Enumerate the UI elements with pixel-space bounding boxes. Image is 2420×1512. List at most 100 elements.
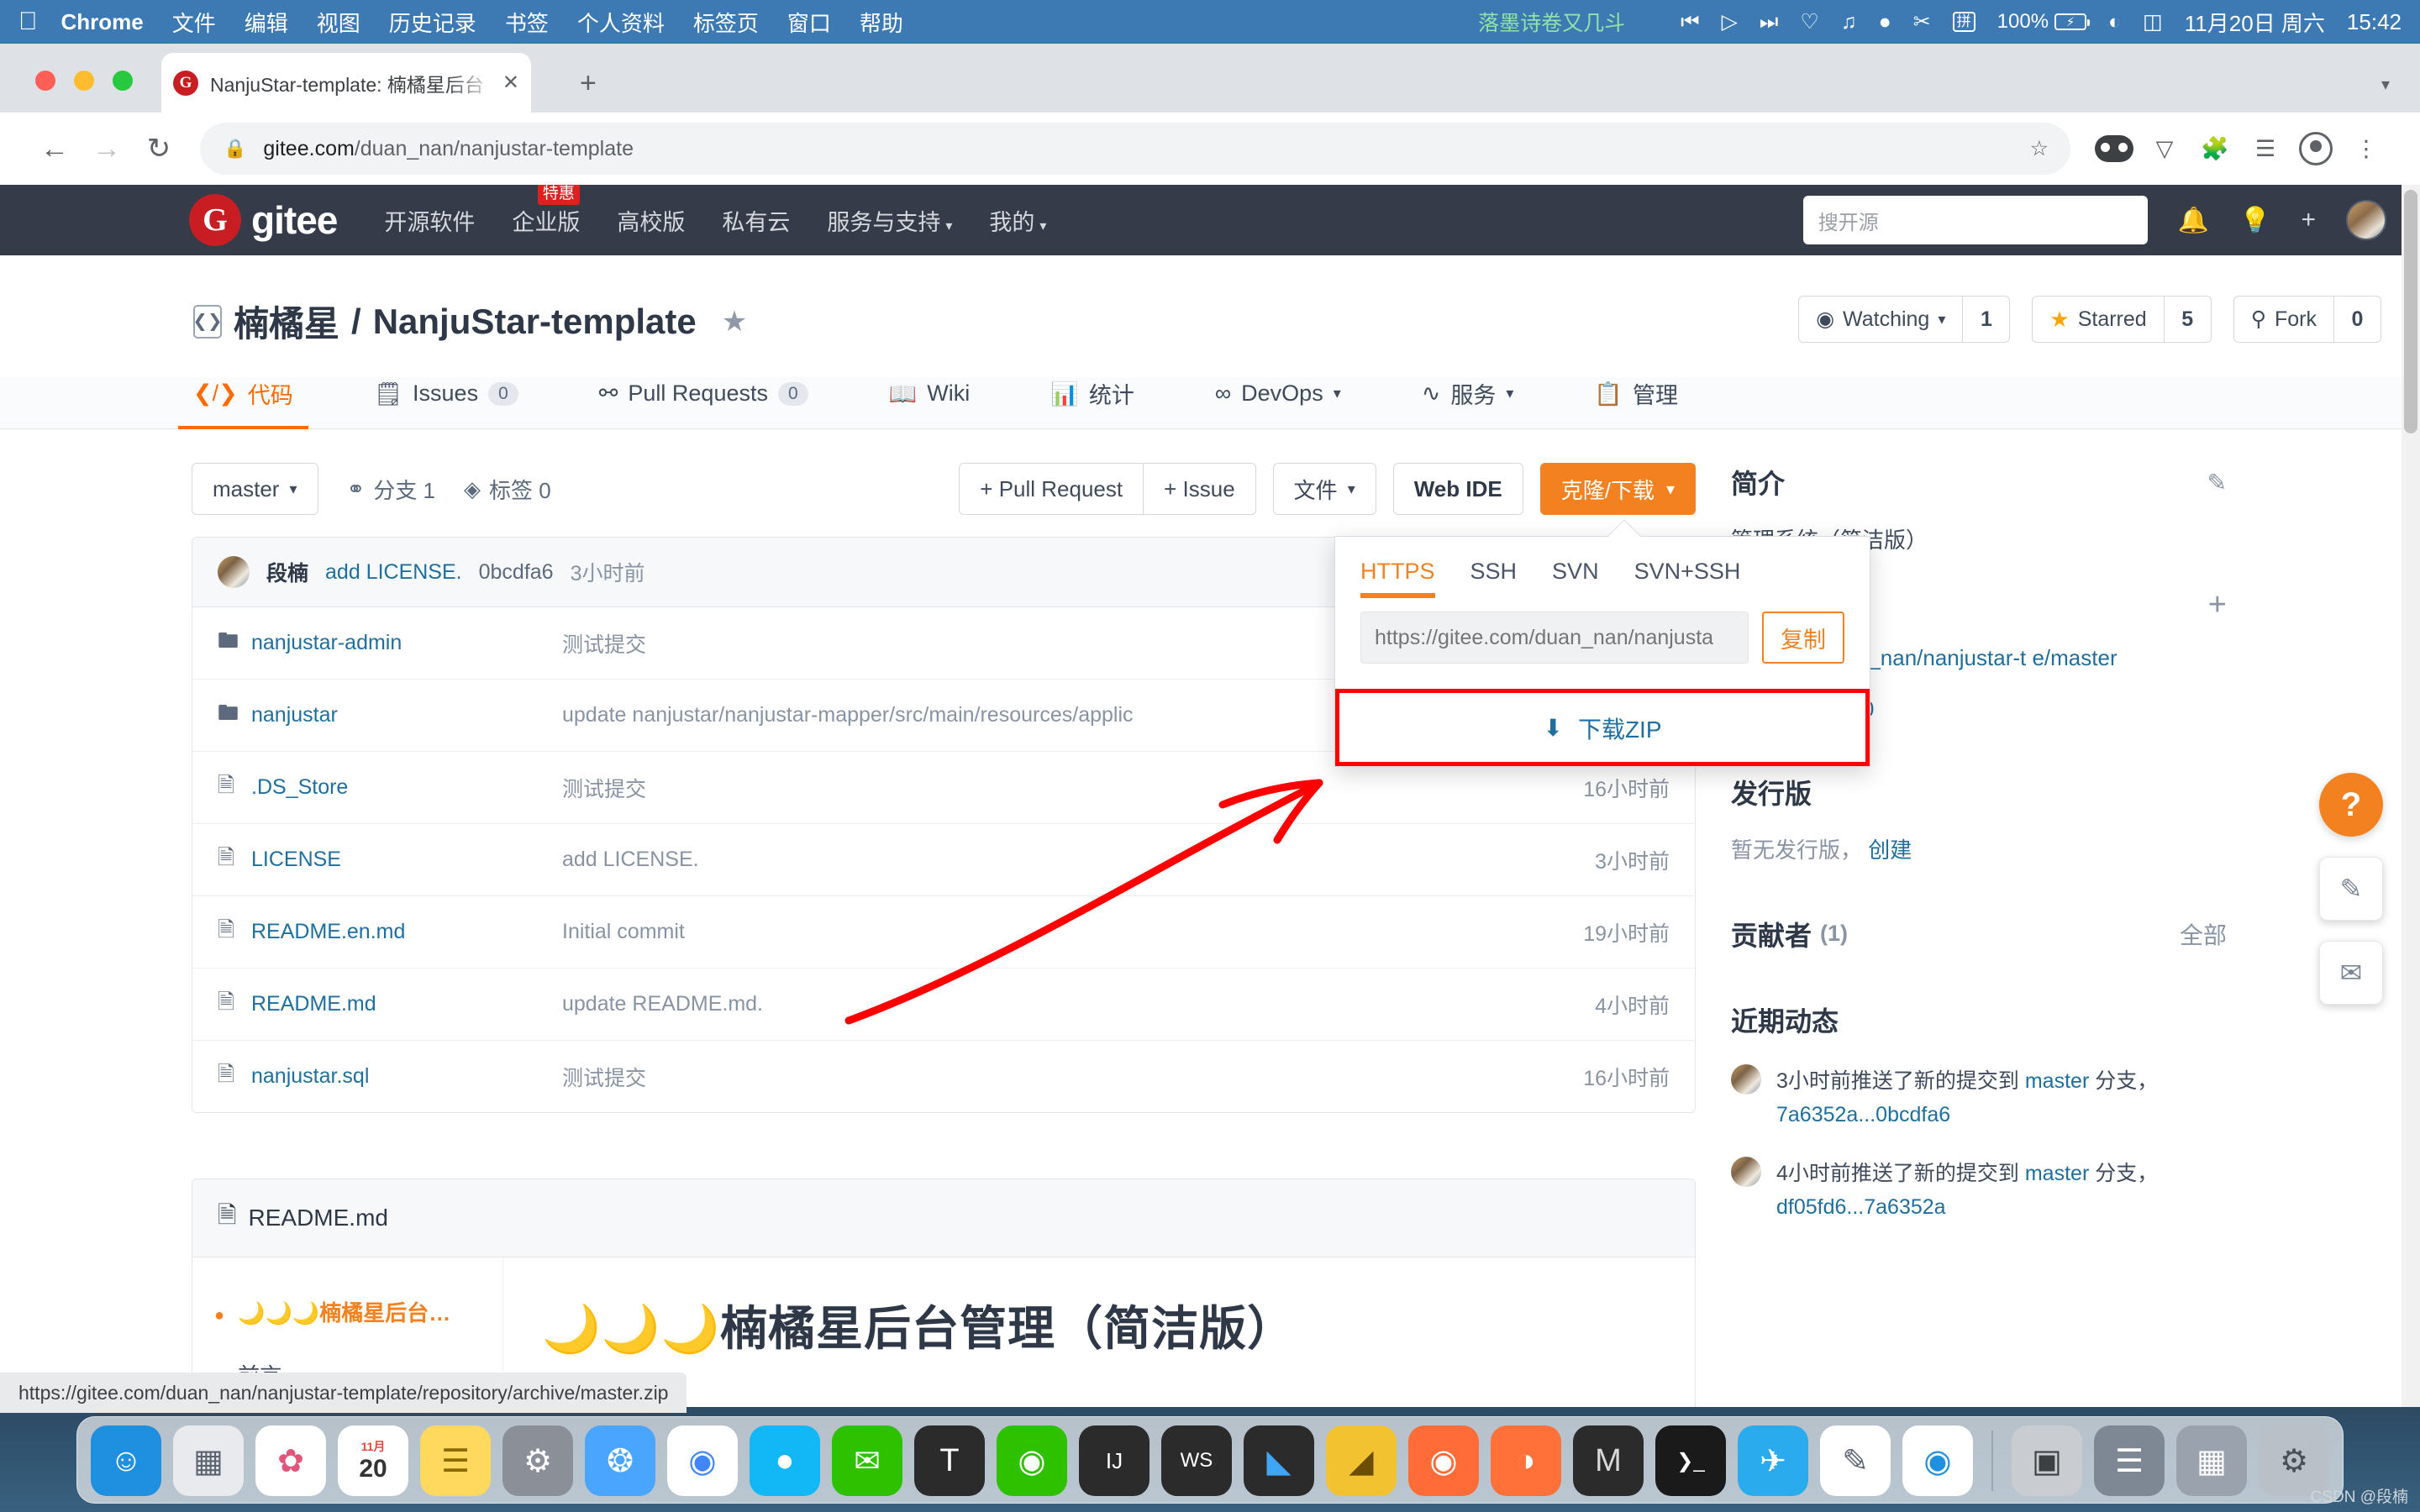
plus-icon[interactable]: +	[2301, 206, 2316, 234]
browser-tab[interactable]: G NanjuStar-template: 楠橘星后台 ✕	[161, 53, 531, 113]
dock-item-launchpad[interactable]: ▦	[173, 1425, 244, 1496]
file-name[interactable]: .DS_Store	[251, 775, 562, 800]
scrollbar-thumb[interactable]	[2404, 190, 2417, 433]
menu-history[interactable]: 历史记录	[389, 7, 476, 38]
forward-arrow-icon[interactable]: →	[81, 123, 133, 175]
clone-url-input[interactable]	[1360, 612, 1749, 664]
menubar-date[interactable]: 11月20日 周六	[2185, 7, 2325, 38]
tab-search-icon[interactable]: ▾	[2381, 74, 2390, 95]
teardrop-icon[interactable]: ●	[1879, 10, 1891, 34]
menu-tabs[interactable]: 标签页	[693, 7, 759, 38]
apple-icon[interactable]: 	[18, 9, 38, 34]
help-icon[interactable]: ?	[2319, 773, 2383, 837]
nav-item-mine[interactable]: 我的▾	[989, 204, 1046, 237]
minimize-window-button[interactable]	[74, 71, 94, 91]
tab-issues[interactable]: 🗒Issues0	[374, 377, 518, 428]
fork-button[interactable]: ⚲Fork	[2234, 297, 2333, 342]
table-row[interactable]: 🗎 README.en.md Initial commit 19小时前	[192, 896, 1695, 969]
dock-item-navicat[interactable]: ◢	[1326, 1425, 1397, 1496]
wifi-icon[interactable]: ◐	[2108, 10, 2121, 34]
nav-item-services[interactable]: 服务与支持▾	[827, 204, 952, 237]
table-row[interactable]: 🗎 LICENSE add LICENSE. 3小时前	[192, 824, 1695, 896]
address-bar[interactable]: 🔒 gitee.com/duan_nan/nanjustar-template …	[200, 123, 2070, 175]
star-button-group[interactable]: ★Starred 5	[2032, 296, 2211, 343]
close-icon[interactable]: ✕	[502, 71, 519, 95]
tab-ssh[interactable]: SSH	[1470, 559, 1518, 598]
chrome-menu-icon[interactable]: ⋮	[2341, 123, 2391, 174]
tab-statistics[interactable]: 📊统计	[1050, 377, 1134, 428]
control-center-icon[interactable]: ◫	[2143, 9, 2163, 34]
commit-author[interactable]: 段楠	[266, 557, 308, 587]
reading-list-icon[interactable]: ☰	[2240, 123, 2291, 174]
tab-devops[interactable]: ∞DevOps▾	[1215, 377, 1341, 428]
dock-item-app-store[interactable]: ❂	[585, 1425, 655, 1496]
commit-sha[interactable]: 0bcdfa6	[479, 560, 554, 585]
dock-item-terminal[interactable]: ❯_	[1655, 1425, 1726, 1496]
list-item[interactable]: ●🌙🌙🌙楠橘星后台管...	[214, 1296, 481, 1327]
dock-item-firefox[interactable]: ◑	[1491, 1425, 1561, 1496]
play-icon[interactable]: ▷	[1722, 9, 1738, 34]
web-ide-button[interactable]: Web IDE	[1393, 463, 1523, 515]
dock-item-qq[interactable]: ●	[750, 1425, 820, 1496]
bell-icon[interactable]: 🔔	[2178, 206, 2209, 235]
now-playing-text[interactable]: 落墨诗卷又几斗	[1478, 7, 1625, 37]
table-row[interactable]: 🗎 README.md update README.md. 4小时前	[192, 969, 1695, 1041]
dock-item-postman[interactable]: ◉	[1408, 1425, 1479, 1496]
menubar-time[interactable]: 15:42	[2347, 9, 2402, 35]
heart-icon[interactable]: ♡	[1800, 9, 1818, 34]
file-name[interactable]: README.md	[251, 992, 562, 1016]
scissors-icon[interactable]: ✂	[1913, 9, 1931, 34]
new-issue-button[interactable]: + Issue	[1144, 463, 1256, 515]
dock-item-monkey-app[interactable]: M	[1573, 1425, 1644, 1496]
dock-item-wechat[interactable]: ✉	[832, 1425, 902, 1496]
nav-item-opensource[interactable]: 开源软件	[384, 204, 475, 237]
prev-track-icon[interactable]: ⏮	[1681, 10, 1700, 34]
dock-item-safari[interactable]: ◉	[1902, 1425, 1973, 1496]
watch-button[interactable]: ◉Watching▾	[1799, 297, 1962, 342]
dock-item-screenshot[interactable]: ▣	[2012, 1425, 2082, 1496]
new-pull-request-button[interactable]: + Pull Request	[959, 463, 1144, 515]
dock-item-wechat-devtools[interactable]: ◉	[997, 1425, 1067, 1496]
menu-help[interactable]: 帮助	[860, 7, 903, 38]
gitee-logo[interactable]: G gitee	[189, 194, 337, 246]
tab-pull-requests[interactable]: ⚯Pull Requests0	[599, 377, 808, 428]
file-name[interactable]: README.en.md	[251, 920, 562, 944]
repo-name[interactable]: NanjuStar-template	[373, 302, 697, 342]
nav-item-privatecloud[interactable]: 私有云	[722, 204, 790, 237]
download-zip-button[interactable]: ⬇ 下载ZIP	[1335, 689, 1870, 766]
vimium-extension-icon[interactable]: ▽	[2139, 123, 2190, 174]
close-window-button[interactable]	[35, 71, 55, 91]
lightbulb-icon[interactable]: 💡	[2239, 206, 2270, 235]
create-release-link[interactable]: 创建	[1868, 837, 1912, 863]
tab-services[interactable]: ∿服务▾	[1422, 377, 1514, 428]
fork-count[interactable]: 0	[2333, 297, 2381, 342]
activity-branch[interactable]: master	[2025, 1162, 2089, 1185]
new-tab-button[interactable]: +	[580, 67, 597, 100]
dock-item-typora[interactable]: T	[914, 1425, 985, 1496]
files-dropdown-button[interactable]: 文件▾	[1273, 463, 1376, 515]
branches-link[interactable]: ⚭分支 1	[347, 474, 435, 505]
plus-icon[interactable]: +	[2208, 587, 2227, 623]
battery-indicator[interactable]: 100% ⚡	[1997, 10, 2086, 34]
dock-item-notes[interactable]: ☰	[420, 1425, 491, 1496]
repo-owner[interactable]: 楠橘星	[234, 296, 339, 347]
star-icon[interactable]: ☆	[2030, 136, 2049, 161]
table-row[interactable]: 🗎 nanjustar.sql 测试提交 16小时前	[192, 1041, 1695, 1112]
tab-manage[interactable]: 📋管理	[1594, 377, 1678, 428]
dock-item-telegram[interactable]: ✈	[1738, 1425, 1808, 1496]
search-input[interactable]: 搜开源	[1803, 196, 2148, 244]
branch-selector[interactable]: master▾	[192, 463, 318, 515]
menu-window[interactable]: 窗口	[787, 7, 831, 38]
music-note-icon[interactable]: ♫	[1841, 10, 1857, 34]
user-avatar[interactable]	[2346, 200, 2386, 240]
star-count[interactable]: 5	[2164, 297, 2211, 342]
file-name[interactable]: nanjustar-admin	[251, 631, 562, 655]
back-arrow-icon[interactable]: ←	[29, 123, 81, 175]
contributors-all-link[interactable]: 全部	[2180, 917, 2227, 951]
menu-bookmarks[interactable]: 书签	[505, 7, 549, 38]
activity-branch[interactable]: master	[2025, 1069, 2089, 1093]
dock-item-calendar[interactable]: 11月20	[338, 1425, 408, 1496]
maximize-window-button[interactable]	[113, 71, 133, 91]
dock-item-chrome[interactable]: ◉	[667, 1425, 738, 1496]
reload-icon[interactable]: ↻	[133, 123, 185, 175]
